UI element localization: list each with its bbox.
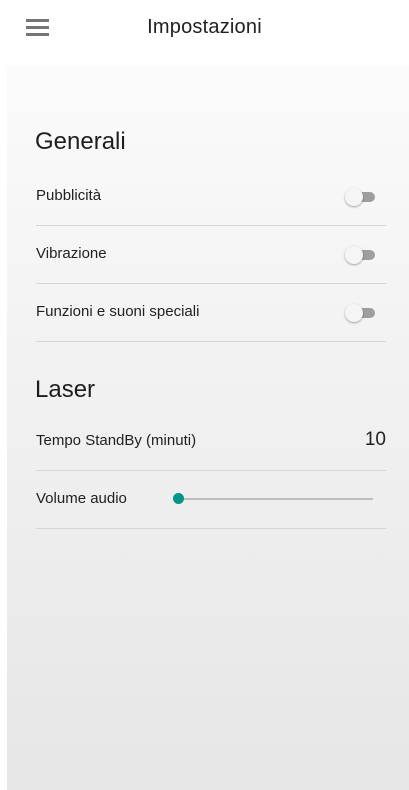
setting-row-vibration[interactable]: Vibrazione — [36, 226, 386, 284]
setting-row-standby-time[interactable]: Tempo StandBy (minuti) 10 — [36, 413, 386, 471]
section-title-general: Generali — [35, 128, 126, 155]
setting-label-standby-time: Tempo StandBy (minuti) — [36, 432, 197, 449]
setting-row-special-functions[interactable]: Funzioni e suoni speciali — [36, 284, 386, 342]
slider-thumb[interactable] — [173, 493, 184, 504]
setting-row-audio-volume: Volume audio — [36, 471, 386, 529]
settings-panel: Generali Pubblicità Vibrazione Funzioni … — [7, 66, 409, 790]
vibration-toggle[interactable] — [345, 246, 377, 264]
special-functions-toggle[interactable] — [345, 304, 377, 322]
advertising-toggle[interactable] — [345, 188, 377, 206]
setting-label-advertising: Pubblicità — [36, 187, 102, 204]
toggle-knob — [345, 188, 363, 206]
setting-row-advertising[interactable]: Pubblicità — [36, 168, 386, 226]
setting-label-audio-volume: Volume audio — [36, 490, 127, 507]
setting-label-vibration: Vibrazione — [36, 245, 107, 262]
section-title-laser: Laser — [35, 376, 96, 403]
toggle-knob — [345, 304, 363, 322]
page-title: Impostazioni — [147, 16, 262, 38]
audio-volume-slider[interactable] — [173, 489, 373, 509]
slider-track — [177, 498, 373, 500]
app-bar: Impostazioni — [0, 0, 409, 60]
toggle-knob — [345, 246, 363, 264]
setting-label-special-functions: Funzioni e suoni speciali — [36, 303, 200, 320]
standby-time-value[interactable]: 10 — [365, 429, 386, 451]
